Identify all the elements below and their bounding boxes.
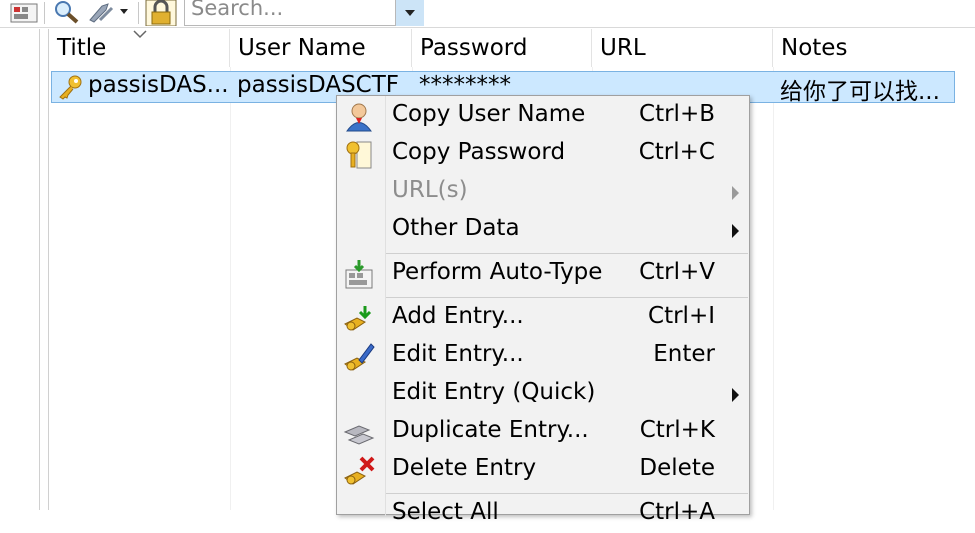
auto-type-icon — [345, 260, 373, 289]
sort-chevron-icon — [133, 30, 147, 39]
group-tree-panel[interactable] — [0, 29, 40, 510]
add-key-icon — [344, 306, 372, 331]
search-placeholder: Search... — [191, 0, 284, 20]
delete-key-icon — [344, 456, 375, 485]
list-header: Title User Name Password URL Notes — [49, 29, 975, 67]
context-menu: Copy User Name Ctrl+B Copy Password Ctrl… — [336, 95, 750, 525]
submenu-arrow-icon — [732, 388, 739, 402]
column-header-notes[interactable]: Notes — [773, 29, 975, 67]
auto-type-icon[interactable] — [8, 0, 40, 24]
search-input[interactable]: Search... — [184, 0, 396, 26]
menu-item-copy-password[interactable]: Copy Password Ctrl+C — [337, 137, 749, 173]
key-icon — [59, 75, 82, 100]
user-icon — [346, 103, 372, 132]
menu-item-duplicate-entry[interactable]: Duplicate Entry... Ctrl+K — [337, 415, 749, 451]
lock-icon[interactable] — [144, 0, 178, 27]
menu-item-select-all[interactable]: Select All Ctrl+A — [337, 497, 749, 533]
tools-icon[interactable] — [86, 0, 130, 24]
duplicate-key-icon — [343, 425, 375, 445]
toolbar: Search... — [0, 0, 975, 28]
menu-item-other-data[interactable]: Other Data — [337, 213, 749, 249]
menu-item-add-entry[interactable]: Add Entry... Ctrl+I — [337, 301, 749, 337]
menu-item-perform-auto-type[interactable]: Perform Auto-Type Ctrl+V — [337, 257, 749, 293]
submenu-arrow-icon — [732, 186, 739, 200]
submenu-arrow-icon — [732, 224, 739, 238]
column-header-url[interactable]: URL — [592, 29, 773, 67]
cell-title: passisDAS... — [88, 72, 228, 98]
key-icon — [346, 141, 372, 169]
column-header-password[interactable]: Password — [412, 29, 592, 67]
menu-item-edit-entry-quick[interactable]: Edit Entry (Quick) — [337, 377, 749, 413]
menu-item-copy-user-name[interactable]: Copy User Name Ctrl+B — [337, 99, 749, 135]
search-dropdown-button[interactable] — [396, 0, 424, 26]
edit-key-icon — [344, 343, 375, 371]
column-header-username[interactable]: User Name — [230, 29, 412, 67]
menu-item-edit-entry[interactable]: Edit Entry... Enter — [337, 339, 749, 375]
find-icon[interactable] — [50, 0, 82, 24]
menu-item-delete-entry[interactable]: Delete Entry Delete — [337, 453, 749, 489]
menu-item-urls[interactable]: URL(s) — [337, 175, 749, 211]
cell-notes: 给你了可以找... — [780, 79, 940, 102]
